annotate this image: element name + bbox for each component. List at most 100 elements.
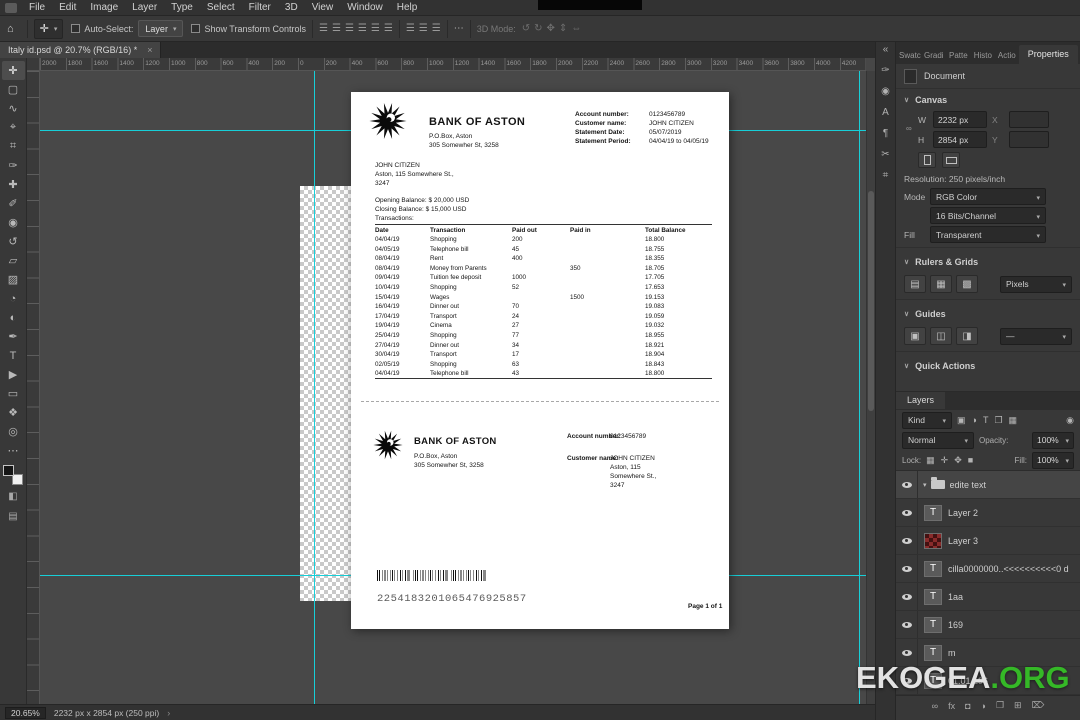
align-icon[interactable]: ☰: [345, 23, 354, 34]
align-icon[interactable]: ☰: [358, 23, 367, 34]
menu-item-help[interactable]: Help: [390, 0, 425, 16]
vertical-guide[interactable]: [859, 71, 860, 704]
grid-icon[interactable]: ▦: [930, 275, 952, 293]
vertical-guide[interactable]: [314, 71, 315, 704]
canvas-section-header[interactable]: ∨ Canvas: [896, 89, 1080, 110]
path-selection-tool[interactable]: ▶: [2, 365, 25, 384]
layer-name[interactable]: m: [948, 648, 956, 658]
canvas-height-field[interactable]: 2854 px: [933, 131, 987, 148]
menu-item-file[interactable]: File: [22, 0, 52, 16]
dodge-tool[interactable]: ◐: [2, 308, 25, 327]
blend-mode-select[interactable]: Normal: [902, 432, 974, 449]
quick-actions-section-header[interactable]: ∨ Quick Actions: [896, 355, 1080, 376]
character-panel-icon[interactable]: A: [882, 108, 889, 118]
lasso-tool[interactable]: ∿: [2, 99, 25, 118]
panel-tab-patte[interactable]: Patte: [946, 47, 971, 64]
layer-row-edite-text[interactable]: ▾edite text: [896, 471, 1080, 499]
marquee-tool[interactable]: ▢: [2, 80, 25, 99]
layer-thumbnail[interactable]: [924, 533, 942, 549]
panel-tab-gradi[interactable]: Gradi: [921, 47, 946, 64]
layer-name[interactable]: Layer 3: [948, 536, 978, 546]
menu-item-window[interactable]: Window: [340, 0, 390, 16]
zoom-tool[interactable]: ◎: [2, 422, 25, 441]
new-guide-icon[interactable]: ▣: [904, 327, 926, 345]
layer-visibility-eye-icon[interactable]: [896, 499, 918, 526]
snap-grid-icon[interactable]: ▩: [956, 275, 978, 293]
filter-toggle-icon[interactable]: ◉: [1066, 415, 1074, 426]
rulers-grids-section-header[interactable]: ∨ Rulers & Grids: [896, 251, 1080, 272]
menu-item-view[interactable]: View: [305, 0, 341, 16]
adjustments-panel-icon[interactable]: ⌗: [883, 171, 889, 181]
text-layer-thumbnail[interactable]: T: [924, 505, 942, 521]
type-tool[interactable]: T: [2, 346, 25, 365]
crop-tool[interactable]: ⌗: [2, 137, 25, 156]
align-icon[interactable]: ☰: [319, 23, 328, 34]
document-tab[interactable]: Italy id.psd @ 20.7% (RGB/16) * ×: [0, 42, 161, 58]
lock-all-icon[interactable]: ■: [968, 455, 973, 466]
menu-item-layer[interactable]: Layer: [125, 0, 164, 16]
3d-mode-icon[interactable]: ⇕: [559, 23, 567, 34]
text-layer-thumbnail[interactable]: T: [924, 645, 942, 661]
portrait-orientation-button[interactable]: [918, 152, 936, 168]
pen-tool[interactable]: ✒: [2, 327, 25, 346]
vertical-ruler[interactable]: [27, 71, 40, 704]
3d-mode-icon[interactable]: ⇔: [571, 23, 581, 34]
scrollbar-thumb[interactable]: [868, 191, 874, 411]
status-options-icon[interactable]: ›: [167, 708, 170, 718]
paragraph-panel-icon[interactable]: ¶: [883, 129, 888, 139]
auto-select-checkbox[interactable]: Auto-Select:: [71, 24, 133, 34]
layer-mask-icon[interactable]: ◘: [965, 701, 970, 711]
panel-tab-actio[interactable]: Actio: [995, 47, 1019, 64]
history-brush-tool[interactable]: ↺: [2, 232, 25, 251]
menu-item-filter[interactable]: Filter: [242, 0, 278, 16]
link-dimensions-icon[interactable]: ∞: [906, 124, 912, 133]
lock-position-icon[interactable]: ✥: [954, 455, 962, 466]
fill-field[interactable]: 100%: [1032, 452, 1074, 469]
new-layer-icon[interactable]: ⊞: [1014, 700, 1022, 711]
canvas-width-field[interactable]: 2232 px: [933, 111, 987, 128]
close-tab-icon[interactable]: ×: [147, 45, 152, 55]
delete-layer-icon[interactable]: ⌦: [1032, 700, 1045, 711]
hand-tool[interactable]: ❖: [2, 403, 25, 422]
new-group-icon[interactable]: ❐: [996, 700, 1004, 711]
quick-selection-tool[interactable]: ⌖: [2, 118, 25, 137]
layer-visibility-eye-icon[interactable]: [896, 527, 918, 554]
layer-name[interactable]: 1aa: [948, 592, 963, 602]
layer-row-cilla0000000-0-d[interactable]: Tcilla0000000..<<<<<<<<<<0 d: [896, 555, 1080, 583]
color-mode-select[interactable]: RGB Color: [930, 188, 1046, 205]
adjustment-layers-filter-icon[interactable]: ◑: [972, 415, 977, 426]
canvas-y-field[interactable]: [1009, 131, 1049, 148]
guide-style-select[interactable]: —: [1000, 328, 1072, 345]
layer-filter-kind-select[interactable]: Kind: [902, 412, 952, 429]
distribute-icon[interactable]: ☰: [419, 23, 428, 34]
pixel-layers-filter-icon[interactable]: ▣: [957, 415, 966, 426]
align-icon[interactable]: ☰: [384, 23, 393, 34]
layer-name[interactable]: 169: [948, 620, 963, 630]
more-options-icon[interactable]: ⋯: [454, 23, 464, 34]
layer-row-1aa[interactable]: T 1aa: [896, 583, 1080, 611]
bit-depth-select[interactable]: 16 Bits/Channel: [930, 207, 1046, 224]
menu-item-type[interactable]: Type: [164, 0, 200, 16]
type-layers-filter-icon[interactable]: T: [983, 415, 989, 426]
blur-tool[interactable]: ◔: [2, 289, 25, 308]
3d-mode-icon[interactable]: ↺: [522, 23, 530, 34]
gradient-tool[interactable]: ▨: [2, 270, 25, 289]
align-icon[interactable]: ☰: [371, 23, 380, 34]
brush-tool[interactable]: ✐: [2, 194, 25, 213]
brush-settings-icon[interactable]: ✑: [881, 66, 889, 76]
guide-layout-icon[interactable]: ◫: [930, 327, 952, 345]
layer-effects-icon[interactable]: fx: [948, 701, 955, 711]
layer-visibility-eye-icon[interactable]: [896, 555, 918, 582]
color-swatches[interactable]: [3, 465, 23, 485]
canvas-x-field[interactable]: [1009, 111, 1049, 128]
adjustment-fill-icon[interactable]: ◑: [981, 701, 986, 711]
text-layer-thumbnail[interactable]: T: [924, 617, 942, 633]
glyphs-panel-icon[interactable]: ✂: [881, 150, 889, 160]
edit-toolbar-icon[interactable]: ⋯: [2, 441, 25, 460]
canvas-viewport[interactable]: BANK OF ASTON P.O.Box, Aston 305 Somewhe…: [40, 71, 866, 704]
menu-item-select[interactable]: Select: [200, 0, 242, 16]
lock-paint-icon[interactable]: ✛: [941, 455, 949, 466]
text-layer-thumbnail[interactable]: T: [924, 561, 942, 577]
canvas-fill-select[interactable]: Transparent: [930, 226, 1046, 243]
text-layer-thumbnail[interactable]: T: [924, 589, 942, 605]
